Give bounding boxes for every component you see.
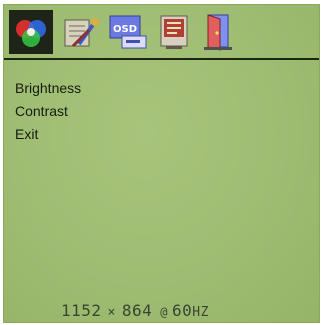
times-symbol: × (107, 305, 116, 320)
tab-tools[interactable] (59, 10, 103, 54)
exit-door-icon (204, 14, 232, 51)
menu-item-contrast[interactable]: Contrast (15, 100, 81, 123)
osd-icon: OSD (109, 15, 147, 49)
resolution-status: 1152 × 864 @60HZ (61, 301, 209, 320)
resolution-height: 864 (121, 301, 153, 320)
at-symbol: @ (160, 305, 168, 319)
tab-exit[interactable] (196, 10, 240, 54)
menu-item-exit[interactable]: Exit (15, 123, 81, 146)
svg-text:OSD: OSD (113, 24, 137, 35)
tab-information[interactable] (152, 10, 196, 54)
tools-icon (64, 18, 99, 48)
tab-osd[interactable]: OSD (106, 10, 150, 54)
menu-list: Brightness Contrast Exit (15, 77, 81, 146)
information-icon (160, 15, 188, 49)
menu-item-brightness[interactable]: Brightness (15, 77, 81, 100)
osd-menu-window: OSD Brightness Contrast Exit 1152 × 864 … (3, 4, 320, 323)
toolbar-divider (4, 58, 319, 60)
color-circles-icon (16, 20, 46, 47)
icon-toolbar: OSD (4, 5, 319, 59)
tab-color[interactable] (9, 10, 53, 54)
refresh-rate: 60 (172, 301, 193, 320)
refresh-unit: HZ (192, 305, 209, 320)
resolution-width: 1152 (61, 301, 102, 320)
